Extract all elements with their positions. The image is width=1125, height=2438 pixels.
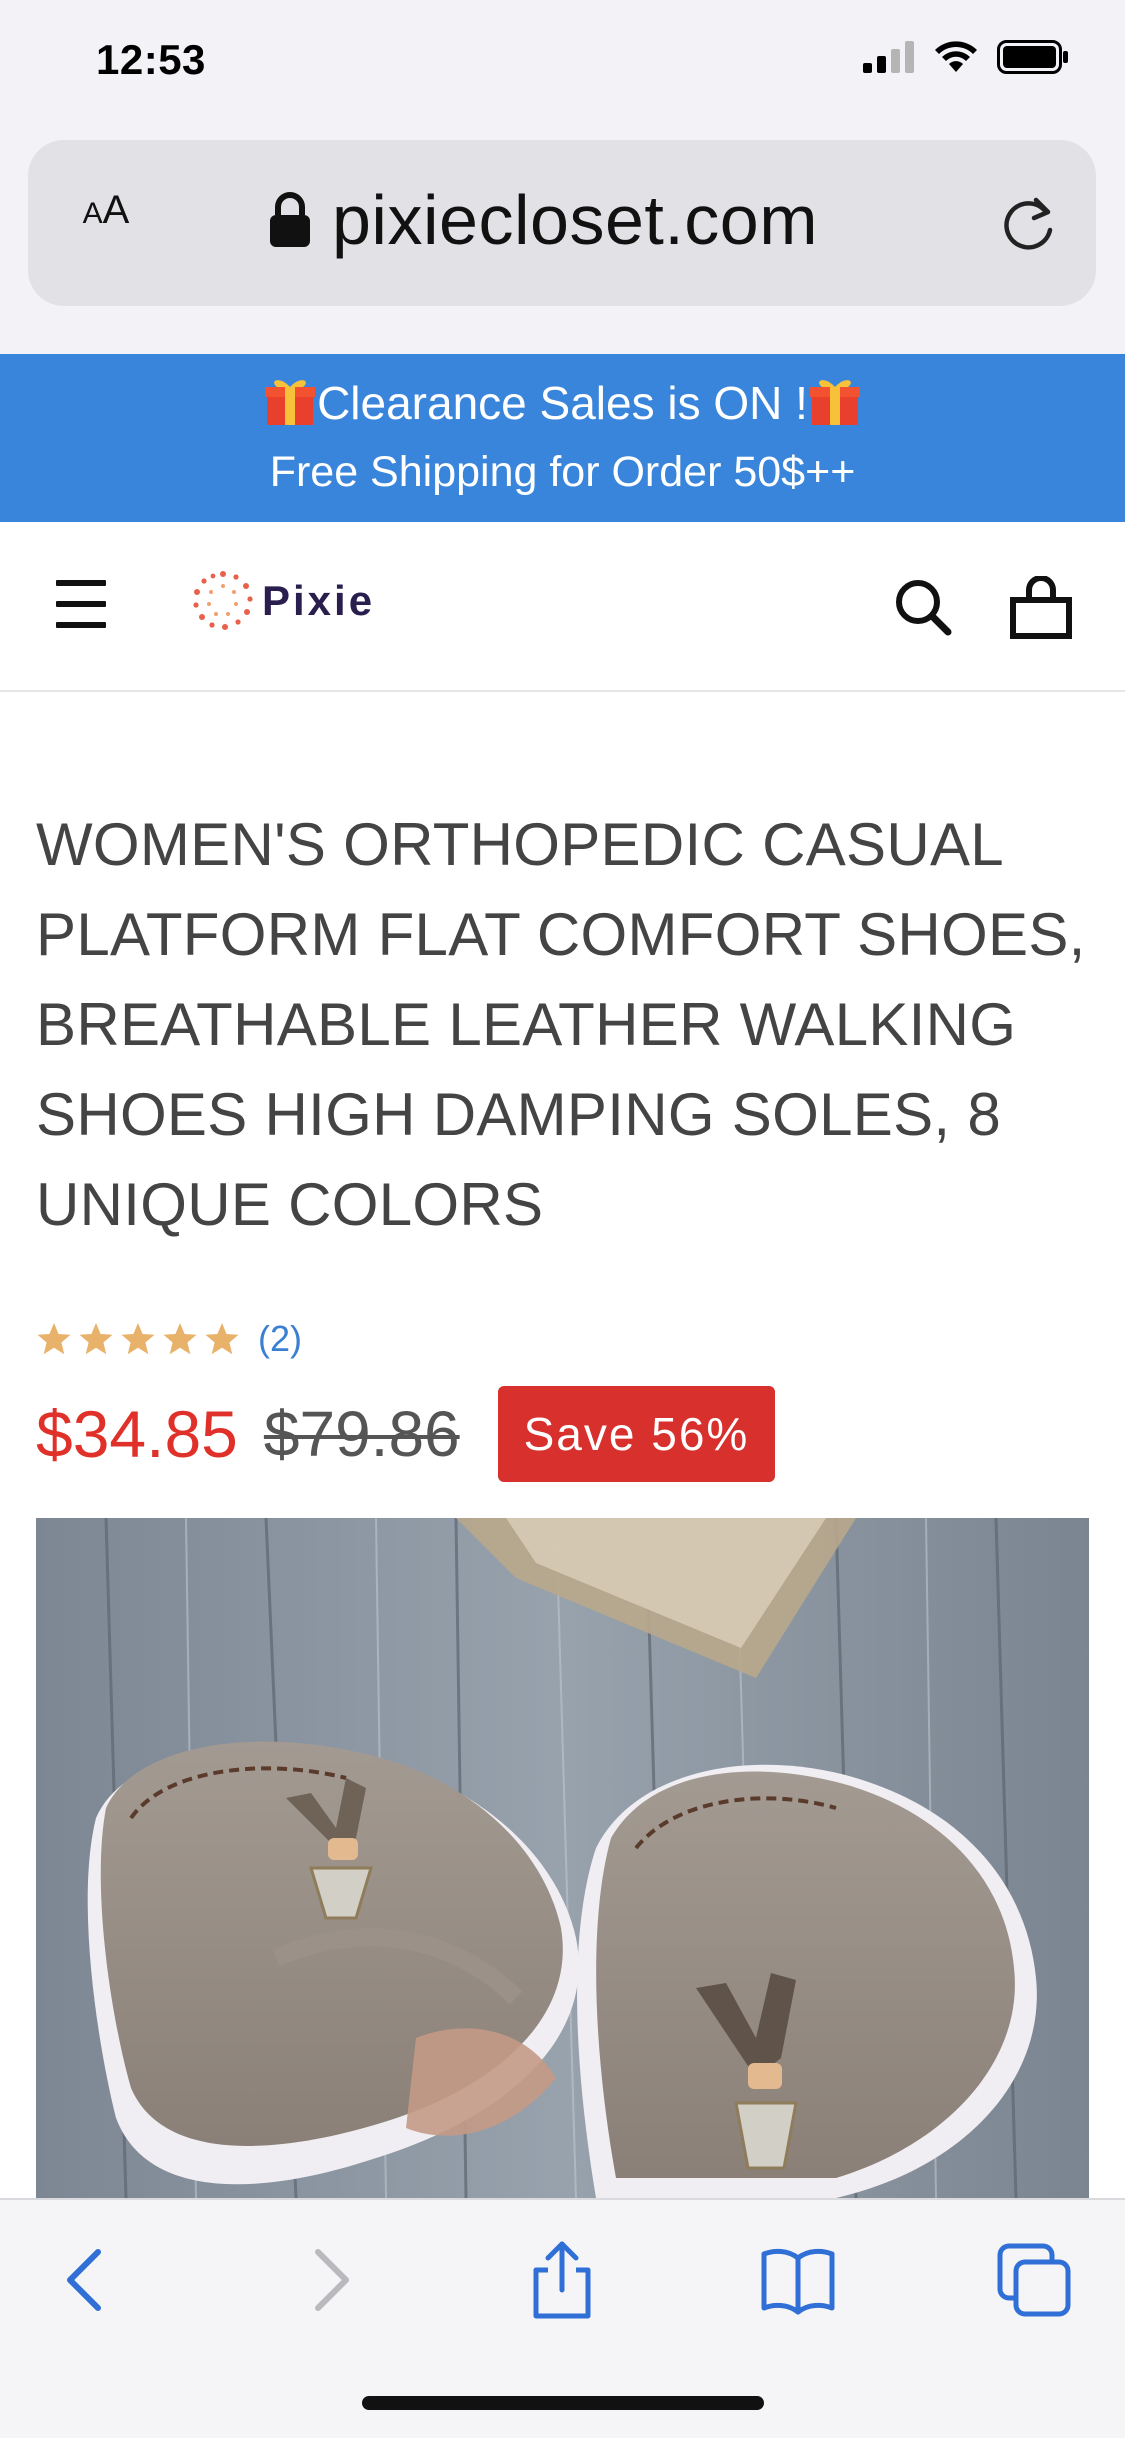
product-image[interactable] — [36, 1518, 1089, 2198]
promo-subline: Free Shipping for Order 50$++ — [269, 448, 856, 496]
wifi-icon — [935, 41, 977, 72]
star-icon — [121, 1323, 155, 1355]
sale-price: $34.85 — [36, 1397, 238, 1471]
url-display[interactable]: pixiecloset.com — [268, 180, 818, 260]
price-row: $34.85 $79.86 Save 56% — [36, 1385, 776, 1483]
forward-icon[interactable] — [290, 2240, 370, 2320]
lock-icon — [270, 192, 310, 247]
status-icons — [863, 40, 1069, 74]
review-count-link[interactable]: (2) — [258, 1318, 302, 1360]
save-badge: Save 56% — [497, 1386, 776, 1482]
promo-banner[interactable]: Clearance Sales is ON ! Free Shipping fo… — [0, 354, 1125, 522]
site-logo[interactable]: Pixie — [188, 566, 375, 636]
star-icon — [37, 1323, 71, 1355]
original-price: $79.86 — [263, 1398, 460, 1470]
star-icon — [163, 1323, 197, 1355]
reload-icon[interactable] — [996, 190, 1062, 256]
signal-icon — [863, 41, 914, 73]
star-icon — [79, 1323, 113, 1355]
status-time: 12:53 — [96, 36, 206, 83]
search-icon[interactable] — [892, 576, 956, 640]
status-bar: 12:53 — [0, 0, 1125, 130]
site-header: Pixie — [0, 522, 1125, 692]
share-icon[interactable] — [522, 2240, 602, 2320]
browser-chrome: AA pixiecloset.com — [0, 130, 1125, 354]
text-size-button[interactable]: AA — [58, 188, 154, 258]
tabs-icon[interactable] — [994, 2240, 1074, 2320]
back-icon[interactable] — [46, 2240, 126, 2320]
logo-mark-icon — [193, 571, 253, 630]
menu-icon[interactable] — [56, 580, 112, 630]
star-icon — [205, 1323, 239, 1355]
battery-icon — [997, 40, 1068, 74]
home-indicator — [362, 2396, 764, 2410]
url-bar[interactable]: AA pixiecloset.com — [28, 140, 1096, 306]
url-text: pixiecloset.com — [332, 181, 819, 259]
logo-text: Pixie — [262, 577, 376, 624]
bookmarks-icon[interactable] — [758, 2240, 838, 2320]
promo-headline: Clearance Sales is ON ! — [0, 372, 1125, 434]
gift-icon — [809, 380, 860, 425]
shopping-bag-icon[interactable] — [1008, 576, 1074, 642]
product-title: WOMEN'S ORTHOPEDIC CASUAL PLATFORM FLAT … — [36, 811, 1086, 1238]
product-rating[interactable]: (2) — [36, 1318, 302, 1360]
gift-icon — [265, 380, 316, 425]
